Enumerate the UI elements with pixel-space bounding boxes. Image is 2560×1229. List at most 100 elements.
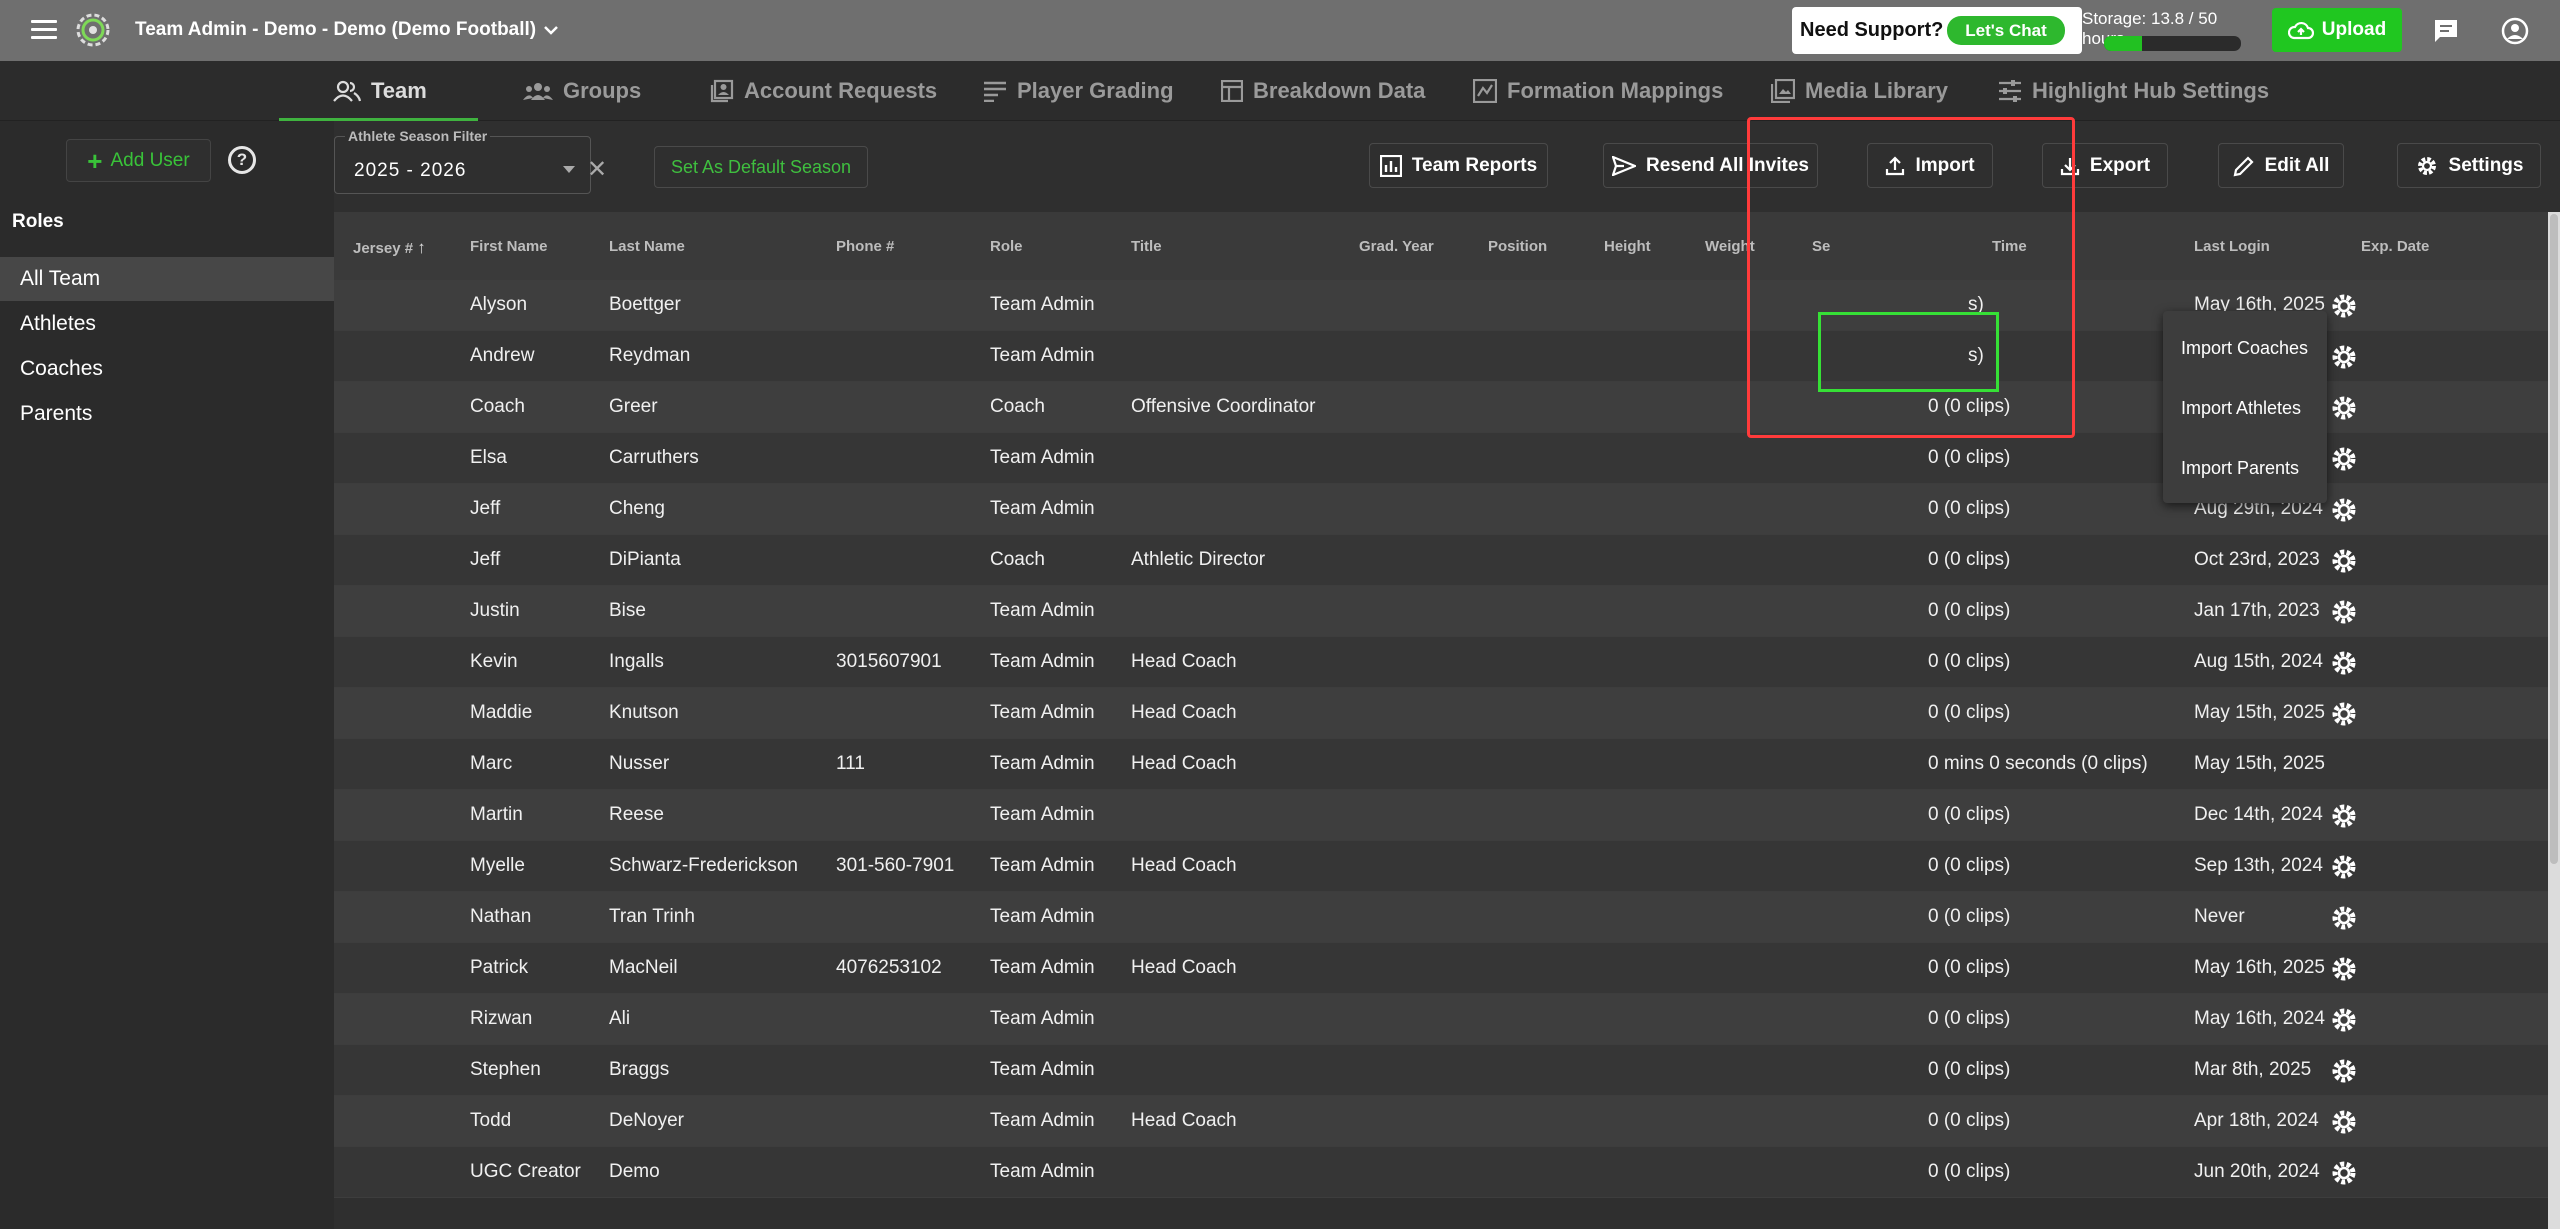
role-item-parents[interactable]: Parents xyxy=(0,392,334,436)
col-time[interactable]: Time xyxy=(1992,238,2027,255)
menu-icon[interactable] xyxy=(31,20,57,40)
row-settings-gear-icon[interactable] xyxy=(2330,955,2358,983)
role-cell: Team Admin xyxy=(990,1110,1095,1131)
last-name-cell: Tran Trinh xyxy=(609,906,695,927)
season-filter-select[interactable]: Athlete Season Filter 2025 - 2026 ✕ xyxy=(334,128,607,194)
tab-formation-mappings[interactable]: Formation Mappings xyxy=(1473,61,1723,121)
col-first-name[interactable]: First Name xyxy=(470,238,548,255)
table-row[interactable]: UGC Creator Demo Team Admin 0 (0 clips) Jun … xyxy=(334,1147,2548,1198)
clear-icon[interactable]: ✕ xyxy=(587,155,607,184)
col-last-login[interactable]: Last Login xyxy=(2194,238,2270,255)
col-position[interactable]: Position xyxy=(1488,238,1547,255)
row-settings-gear-icon[interactable] xyxy=(2330,1159,2358,1187)
last-login-cell: Aug 15th, 2024 xyxy=(2194,651,2323,672)
table-row[interactable]: Rizwan Ali Team Admin 0 (0 clips) May 16th, … xyxy=(334,994,2548,1045)
col-phone[interactable]: Phone # xyxy=(836,238,894,255)
row-settings-gear-icon[interactable] xyxy=(2330,292,2358,320)
table-row[interactable]: Todd DeNoyer Team Admin Head Coach 0 (0 clip… xyxy=(334,1096,2548,1147)
table-row[interactable]: Justin Bise Team Admin 0 (0 clips) Jan 17th,… xyxy=(334,586,2548,637)
role-cell: Team Admin xyxy=(990,804,1095,825)
tab-groups[interactable]: Groups xyxy=(523,61,641,121)
tab-team[interactable]: Team xyxy=(333,61,427,121)
role-cell: Team Admin xyxy=(990,1059,1095,1080)
table-row[interactable]: Marc Nusser 111 Team Admin Head Coach 0 mins … xyxy=(334,739,2548,790)
row-settings-gear-icon[interactable] xyxy=(2330,904,2358,932)
help-icon[interactable]: ? xyxy=(228,146,256,174)
last-login-cell: Jun 20th, 2024 xyxy=(2194,1161,2320,1182)
scrollbar-thumb[interactable] xyxy=(2550,214,2558,864)
row-settings-gear-icon[interactable] xyxy=(2330,802,2358,830)
import-coaches-item[interactable]: Import Coaches xyxy=(2163,318,2327,378)
add-user-button[interactable]: + Add User xyxy=(66,139,211,182)
import-parents-item[interactable]: Import Parents xyxy=(2163,438,2327,498)
first-name-cell: Jeff xyxy=(470,498,501,519)
row-settings-gear-icon[interactable] xyxy=(2330,649,2358,677)
tab-media-library[interactable]: Media Library xyxy=(1771,61,1948,121)
time-cell: 0 mins 0 seconds (0 clips) xyxy=(1928,753,2148,774)
row-settings-gear-icon[interactable] xyxy=(2330,853,2358,881)
row-settings-gear-icon[interactable] xyxy=(2330,343,2358,371)
col-height[interactable]: Height xyxy=(1604,238,1651,255)
table-row[interactable]: Martin Reese Team Admin 0 (0 clips) Dec 14th… xyxy=(334,790,2548,841)
table-row[interactable]: Stephen Braggs Team Admin 0 (0 clips) Mar 8t… xyxy=(334,1045,2548,1096)
account-icon[interactable] xyxy=(2501,17,2529,45)
resend-invites-button[interactable]: Resend All Invites xyxy=(1603,143,1818,188)
title-cell: Head Coach xyxy=(1131,702,1237,723)
time-cell: 0 (0 clips) xyxy=(1928,651,2011,672)
col-jersey[interactable]: Jersey # ↑ xyxy=(353,238,426,258)
row-settings-gear-icon[interactable] xyxy=(2330,496,2358,524)
lets-chat-button[interactable]: Let's Chat xyxy=(1947,16,2065,45)
last-name-cell: Knutson xyxy=(609,702,679,723)
col-role[interactable]: Role xyxy=(990,238,1023,255)
cloud-upload-icon xyxy=(2287,21,2314,40)
export-icon xyxy=(2060,157,2080,175)
table-row[interactable]: Kevin Ingalls 3015607901 Team Admin Head Coa… xyxy=(334,637,2548,688)
table-row[interactable]: Patrick MacNeil 4076253102 Team Admin Head C… xyxy=(334,943,2548,994)
table-row[interactable]: Jeff DiPianta Coach Athletic Director 0 (0 c… xyxy=(334,535,2548,586)
role-item-all-team[interactable]: All Team xyxy=(0,257,334,301)
tab-player-grading[interactable]: Player Grading xyxy=(983,61,1174,121)
team-reports-button[interactable]: Team Reports xyxy=(1369,143,1548,188)
row-settings-gear-icon[interactable] xyxy=(2330,700,2358,728)
top-bar: Team Admin - Demo - Demo (Demo Football)… xyxy=(0,0,2560,61)
team-selector[interactable]: Team Admin - Demo - Demo (Demo Football) xyxy=(135,19,559,41)
import-button[interactable]: Import xyxy=(1867,143,1993,188)
table-row[interactable]: Nathan Tran Trinh Team Admin 0 (0 clips) Nev… xyxy=(334,892,2548,943)
col-title[interactable]: Title xyxy=(1131,238,1162,255)
row-settings-gear-icon[interactable] xyxy=(2330,1108,2358,1136)
import-athletes-item[interactable]: Import Athletes xyxy=(2163,378,2327,438)
col-grad-year[interactable]: Grad. Year xyxy=(1359,238,1434,255)
caret-down-icon[interactable] xyxy=(563,166,575,173)
tab-account-requests[interactable]: Account Requests xyxy=(710,61,937,121)
row-settings-gear-icon[interactable] xyxy=(2330,598,2358,626)
settings-button[interactable]: Settings xyxy=(2397,143,2541,188)
row-settings-gear-icon[interactable] xyxy=(2330,1006,2358,1034)
title-cell: Head Coach xyxy=(1131,855,1237,876)
row-settings-gear-icon[interactable] xyxy=(2330,394,2358,422)
row-settings-gear-icon[interactable] xyxy=(2330,1057,2358,1085)
tab-breakdown-data[interactable]: Breakdown Data xyxy=(1221,61,1425,121)
role-item-athletes[interactable]: Athletes xyxy=(0,302,334,346)
last-name-cell: Boettger xyxy=(609,294,681,315)
col-last-name[interactable]: Last Name xyxy=(609,238,685,255)
last-name-cell: MacNeil xyxy=(609,957,678,978)
col-weight[interactable]: Weight xyxy=(1705,238,1755,255)
chat-icon[interactable] xyxy=(2432,17,2460,45)
col-exp-date[interactable]: Exp. Date xyxy=(2361,238,2429,255)
scrollbar[interactable] xyxy=(2548,212,2560,1229)
first-name-cell: Andrew xyxy=(470,345,535,366)
tab-highlight-hub-settings[interactable]: Highlight Hub Settings xyxy=(1998,61,2269,121)
last-login-cell: Dec 14th, 2024 xyxy=(2194,804,2323,825)
export-button[interactable]: Export xyxy=(2042,143,2168,188)
col-se[interactable]: Se xyxy=(1812,238,1830,255)
row-settings-gear-icon[interactable] xyxy=(2330,547,2358,575)
role-item-coaches[interactable]: Coaches xyxy=(0,347,334,391)
row-settings-gear-icon[interactable] xyxy=(2330,445,2358,473)
table-row[interactable]: Myelle Schwarz-Frederickson 301-560-7901 Te… xyxy=(334,841,2548,892)
first-name-cell: Martin xyxy=(470,804,523,825)
set-default-season-button[interactable]: Set As Default Season xyxy=(654,146,868,188)
last-name-cell: Schwarz-Frederickson xyxy=(609,855,798,876)
table-row[interactable]: Maddie Knutson Team Admin Head Coach 0 (0 cl… xyxy=(334,688,2548,739)
upload-button[interactable]: Upload xyxy=(2272,8,2402,52)
edit-all-button[interactable]: Edit All xyxy=(2218,143,2344,188)
